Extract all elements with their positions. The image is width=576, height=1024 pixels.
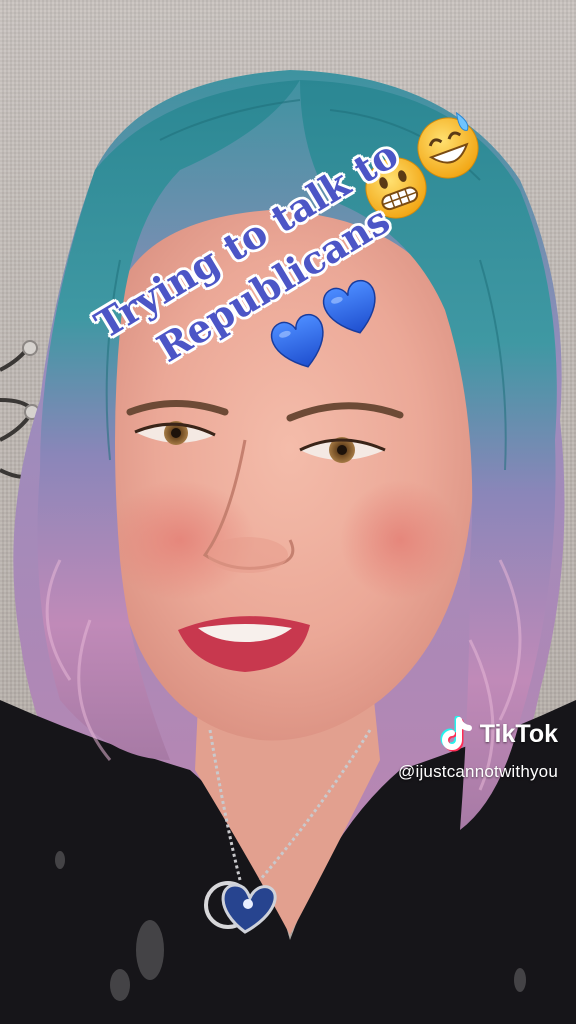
cheek-right [340, 480, 460, 600]
tiktok-watermark: TikTok @ijustcannotwithyou [398, 716, 558, 782]
tiktok-logo-icon [440, 716, 472, 752]
photo-scene [0, 70, 576, 1024]
tiktok-brand-text: TikTok [479, 719, 558, 748]
creator-handle: @ijustcannotwithyou [398, 762, 558, 781]
video-frame: Trying to talk to Republicans TikTok @ij… [0, 0, 576, 1024]
tiktok-brand-row: TikTok [440, 716, 558, 752]
